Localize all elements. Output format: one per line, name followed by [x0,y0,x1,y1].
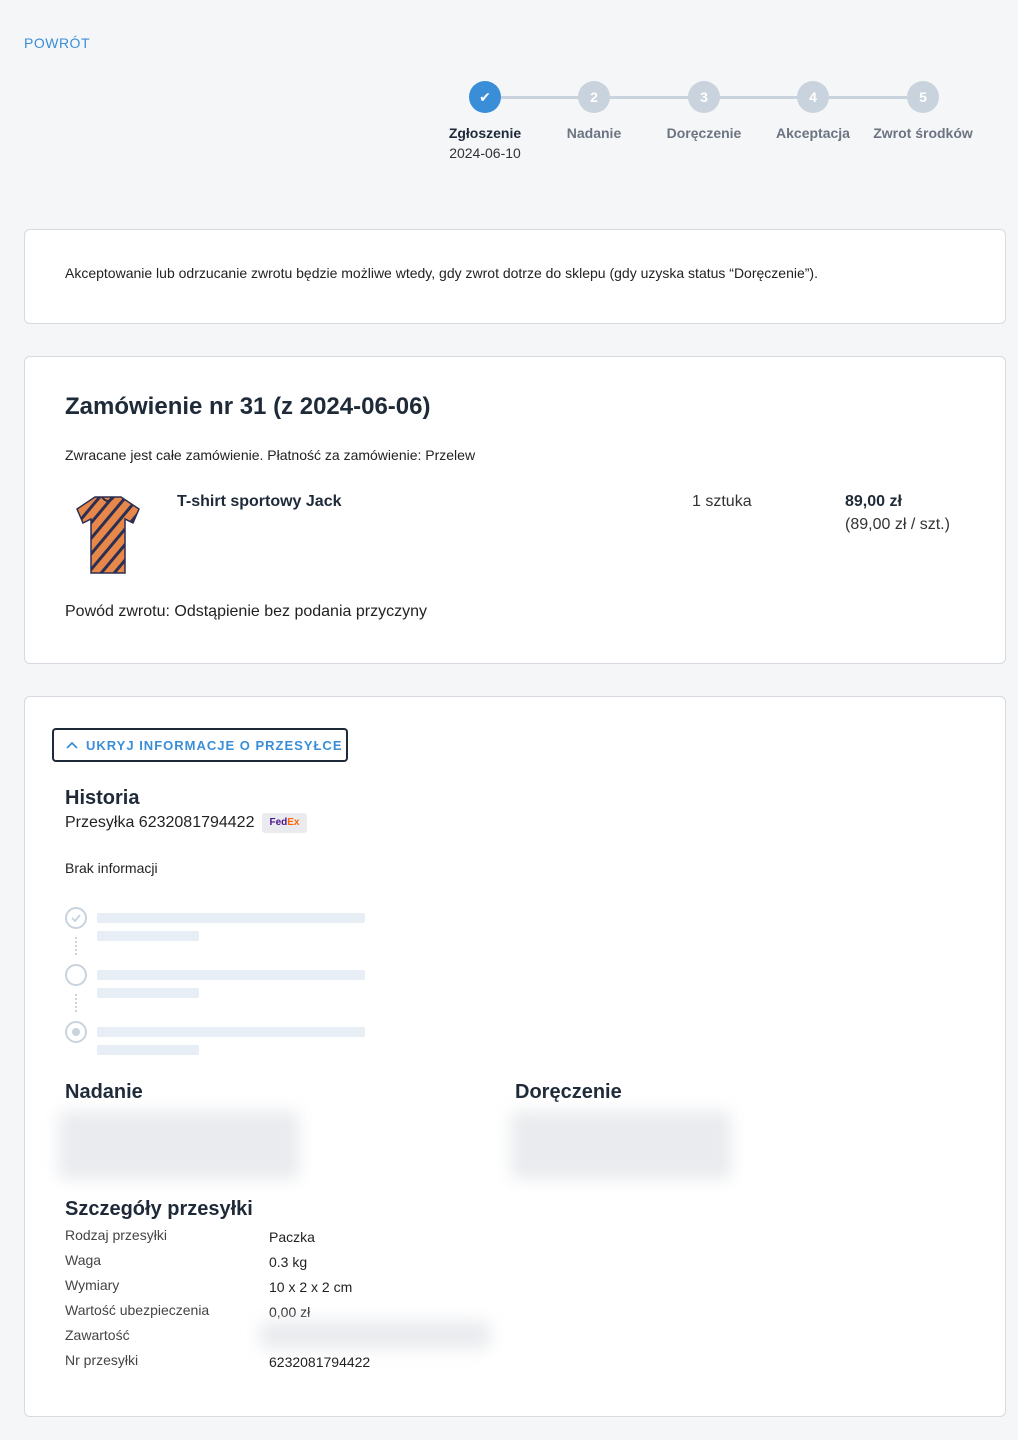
product-quantity: 1 sztuka [692,493,752,510]
return-status-stepper: ✔ Zgłoszenie 2024-06-10 2 Nadanie 3 Dorę… [430,80,978,170]
chevron-up-icon [66,741,78,749]
step-number: 3 [688,81,720,113]
step-label: Zgłoszenie [448,125,522,141]
hide-shipment-info-label: UKRYJ INFORMACJE O PRZESYŁCE [86,737,343,753]
detail-value: Paczka [269,1229,315,1245]
detail-row: Nr przesyłki 6232081794422 [65,1352,565,1377]
detail-row: Rodzaj przesyłki Paczka [65,1227,565,1252]
product-price: 89,00 zł [845,493,902,510]
info-notice-text: Akceptowanie lub odrzucanie zwrotu będzi… [65,265,818,281]
step-number: 4 [797,81,829,113]
order-payment-info: Zwracane jest całe zamówienie. Płatność … [65,447,476,463]
step-zgloszenie: ✔ Zgłoszenie 2024-06-10 [430,80,540,161]
placeholder-bar [97,1027,365,1037]
detail-value: 6232081794422 [269,1354,371,1370]
detail-value: 0,00 zł [269,1304,311,1320]
radio-dot-icon [65,1021,87,1043]
placeholder-bar [97,970,365,980]
delivery-address-redacted [511,1111,731,1179]
back-link[interactable]: POWRÓT [24,35,90,51]
placeholder-bar [97,988,199,998]
placeholder-bar [97,1045,199,1055]
step-date: 2024-06-10 [449,145,521,161]
step-number: 2 [578,81,610,113]
detail-row: Zawartość [65,1321,565,1352]
detail-row: Wymiary 10 x 2 x 2 cm [65,1277,565,1302]
no-info-text: Brak informacji [65,860,158,876]
shipment-card: UKRYJ INFORMACJE O PRZESYŁCE Historia Pr… [24,696,1006,1417]
step-doreczenie: 3 Doręczenie [649,80,759,141]
fedex-logo: FedEx [262,813,307,833]
detail-label: Waga [65,1252,102,1268]
content-redacted [260,1321,490,1349]
detail-label: Zawartość [65,1327,130,1343]
placeholder-bar [97,931,199,941]
product-image [76,496,140,574]
detail-label: Nr przesyłki [65,1352,139,1368]
step-label: Akceptacja [776,125,850,141]
timeline-connector [75,994,77,1012]
detail-value: 10 x 2 x 2 cm [269,1279,353,1295]
step-label: Doręczenie [666,125,742,141]
product-unit-price: (89,00 zł / szt.) [845,516,950,533]
return-reason: Powód zwrotu: Odstąpienie bez podania pr… [65,603,427,620]
tracking-timeline-placeholder [65,907,385,1057]
check-circle-icon [65,907,87,929]
product-name: T-shirt sportowy Jack [177,493,342,510]
detail-label: Wymiary [65,1277,120,1293]
step-number: 5 [907,81,939,113]
tracking-number-row: Przesyłka 6232081794422 FedEx [65,813,307,833]
order-title: Zamówienie nr 31 (z 2024-06-06) [65,393,431,420]
sender-address-redacted [59,1111,299,1179]
step-zwrot-srodkow: 5 Zwrot środków [868,80,978,141]
step-akceptacja: 4 Akceptacja [758,80,868,141]
step-label: Nadanie [566,125,622,141]
placeholder-bar [97,913,365,923]
circle-icon [65,964,87,986]
sender-title: Nadanie [65,1081,143,1103]
delivery-title: Doręczenie [515,1081,622,1103]
hide-shipment-info-button[interactable]: UKRYJ INFORMACJE O PRZESYŁCE [52,728,348,762]
timeline-connector [75,937,77,955]
detail-label: Rodzaj przesyłki [65,1227,167,1243]
history-title: Historia [65,787,140,809]
step-nadanie: 2 Nadanie [539,80,649,141]
info-notice-card: Akceptowanie lub odrzucanie zwrotu będzi… [24,229,1006,324]
check-icon: ✔ [469,81,501,113]
tracking-label: Przesyłka 6232081794422 [65,814,255,831]
order-card: Zamówienie nr 31 (z 2024-06-06) Zwracane… [24,356,1006,664]
step-label: Zwrot środków [873,125,973,141]
detail-label: Wartość ubezpieczenia [65,1302,210,1318]
detail-value: 0.3 kg [269,1254,308,1270]
shipment-details-title: Szczegóły przesyłki [65,1198,253,1220]
detail-row: Waga 0.3 kg [65,1252,565,1277]
